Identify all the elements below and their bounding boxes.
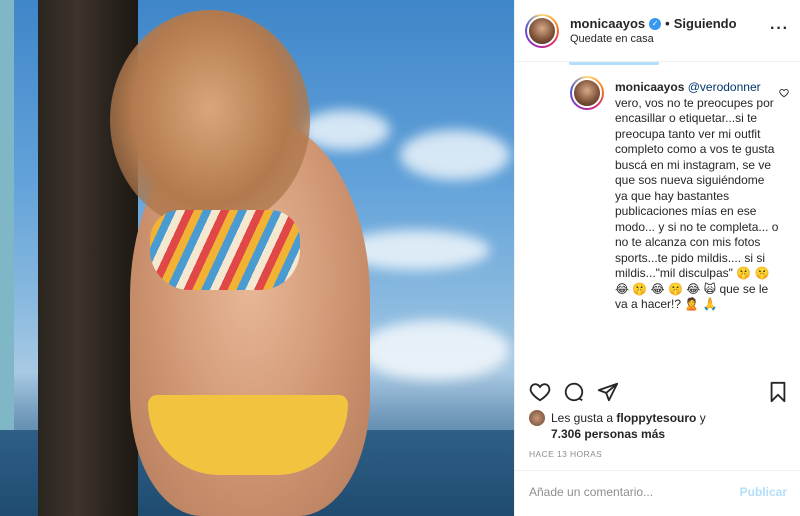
comment-input[interactable]: [529, 485, 719, 499]
post-header: monicaayos ✓ • Siguiendo Quedate en casa…: [515, 0, 800, 62]
post-side-panel: monicaayos ✓ • Siguiendo Quedate en casa…: [514, 0, 800, 516]
liker-avatar[interactable]: [529, 410, 545, 426]
heart-icon[interactable]: [529, 381, 551, 403]
comment-text: vero, vos no te preocupes por encasillar…: [615, 95, 779, 312]
liker-username[interactable]: floppytesouro: [616, 411, 696, 425]
comment-username[interactable]: monicaayos: [615, 80, 684, 94]
share-icon[interactable]: [597, 381, 619, 403]
more-options-icon[interactable]: ···: [770, 20, 789, 38]
author-avatar[interactable]: [525, 14, 559, 48]
add-comment-bar: Publicar: [515, 470, 800, 516]
post-location[interactable]: Quedate en casa: [570, 33, 654, 45]
separator-dot: •: [665, 16, 670, 31]
author-line: monicaayos ✓ • Siguiendo: [570, 16, 737, 31]
comment-icon[interactable]: [563, 381, 585, 403]
load-more-indicator: [569, 62, 659, 65]
following-button[interactable]: Siguiendo: [674, 16, 737, 31]
post-actions: [515, 377, 800, 407]
post-photo[interactable]: [0, 0, 514, 516]
likes-line: Les gusta a floppytesouro y: [551, 411, 706, 425]
author-username[interactable]: monicaayos: [570, 16, 645, 31]
comments-list[interactable]: monicaayos @verodonner vero, vos no te p…: [515, 62, 800, 377]
comment-author-avatar[interactable]: [570, 76, 604, 110]
likes-count[interactable]: 7.306 personas más: [551, 427, 665, 441]
likes-prefix: Les gusta a: [551, 411, 614, 425]
striped-bikini-top: [150, 210, 300, 290]
cloud: [360, 320, 510, 380]
bookmark-icon[interactable]: [767, 381, 789, 403]
cloud: [400, 130, 510, 180]
likes-suffix: y: [699, 411, 706, 425]
like-comment-heart-icon[interactable]: [779, 88, 789, 98]
comment-body: monicaayos @verodonner vero, vos no te p…: [615, 80, 780, 313]
verified-badge-icon: ✓: [649, 17, 662, 30]
comment-mention[interactable]: @verodonner: [688, 80, 761, 94]
post-timestamp[interactable]: HACE 13 HORAS: [529, 449, 602, 459]
person-hair: [110, 10, 310, 230]
publish-button[interactable]: Publicar: [740, 485, 787, 499]
